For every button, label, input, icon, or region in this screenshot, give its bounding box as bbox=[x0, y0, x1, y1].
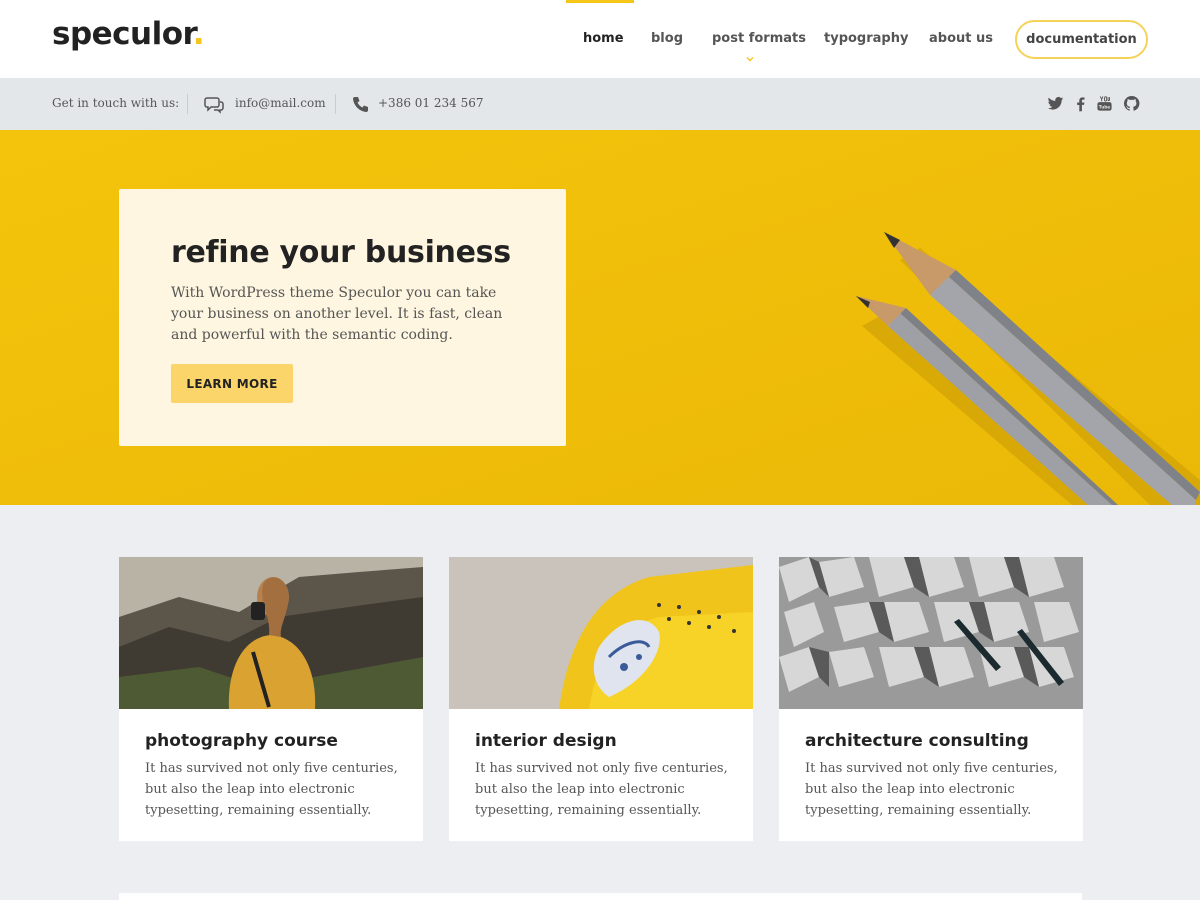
card-title[interactable]: photography course bbox=[145, 731, 338, 751]
hero-description: With WordPress theme Speculor you can ta… bbox=[171, 285, 503, 343]
hero-title: refine your business bbox=[171, 235, 511, 270]
site-header: speculor. home blog post formats typogra… bbox=[0, 0, 1200, 78]
service-card[interactable]: photography course It has survived not o… bbox=[119, 557, 423, 841]
next-section-panel bbox=[119, 893, 1082, 900]
facebook-icon[interactable] bbox=[1072, 95, 1089, 112]
phone-icon bbox=[353, 97, 368, 112]
nav-item-home[interactable]: home bbox=[583, 31, 624, 46]
photography-image bbox=[119, 557, 423, 709]
twitter-icon[interactable] bbox=[1047, 95, 1064, 112]
service-card[interactable]: architecture consulting It has survived … bbox=[779, 557, 1083, 841]
hero-banner: refine your business With WordPress them… bbox=[0, 130, 1200, 505]
card-description: It has survived not only five centuries,… bbox=[145, 761, 398, 818]
divider bbox=[187, 94, 188, 114]
learn-more-button[interactable]: LEARN MORE bbox=[171, 364, 293, 403]
divider bbox=[335, 94, 336, 114]
contact-bar: Get in touch with us: info@mail.com +386… bbox=[0, 78, 1200, 130]
chevron-down-icon bbox=[746, 57, 754, 62]
hero-card: refine your business With WordPress them… bbox=[119, 189, 566, 446]
github-icon[interactable] bbox=[1123, 95, 1140, 112]
contact-email[interactable]: info@mail.com bbox=[235, 96, 326, 110]
interior-image bbox=[449, 557, 753, 709]
svg-text:Tube: Tube bbox=[1099, 104, 1111, 110]
card-description: It has survived not only five centuries,… bbox=[805, 761, 1058, 818]
documentation-button[interactable]: documentation bbox=[1015, 20, 1148, 59]
service-card[interactable]: interior design It has survived not only… bbox=[449, 557, 753, 841]
contact-phone[interactable]: +386 01 234 567 bbox=[378, 96, 483, 110]
youtube-icon[interactable]: Tube bbox=[1096, 95, 1113, 112]
architecture-image bbox=[779, 557, 1083, 709]
card-title[interactable]: architecture consulting bbox=[805, 731, 1029, 751]
nav-item-post-formats[interactable]: post formats bbox=[712, 31, 806, 46]
chat-icon bbox=[204, 97, 224, 114]
nav-active-indicator bbox=[566, 0, 634, 3]
nav-item-about-us[interactable]: about us bbox=[929, 31, 993, 46]
site-logo[interactable]: speculor. bbox=[52, 16, 205, 52]
card-description: It has survived not only five centuries,… bbox=[475, 761, 728, 818]
nav-item-typography[interactable]: typography bbox=[824, 31, 908, 46]
nav-item-blog[interactable]: blog bbox=[651, 31, 683, 46]
card-title[interactable]: interior design bbox=[475, 731, 617, 751]
contact-intro: Get in touch with us: bbox=[52, 96, 180, 110]
